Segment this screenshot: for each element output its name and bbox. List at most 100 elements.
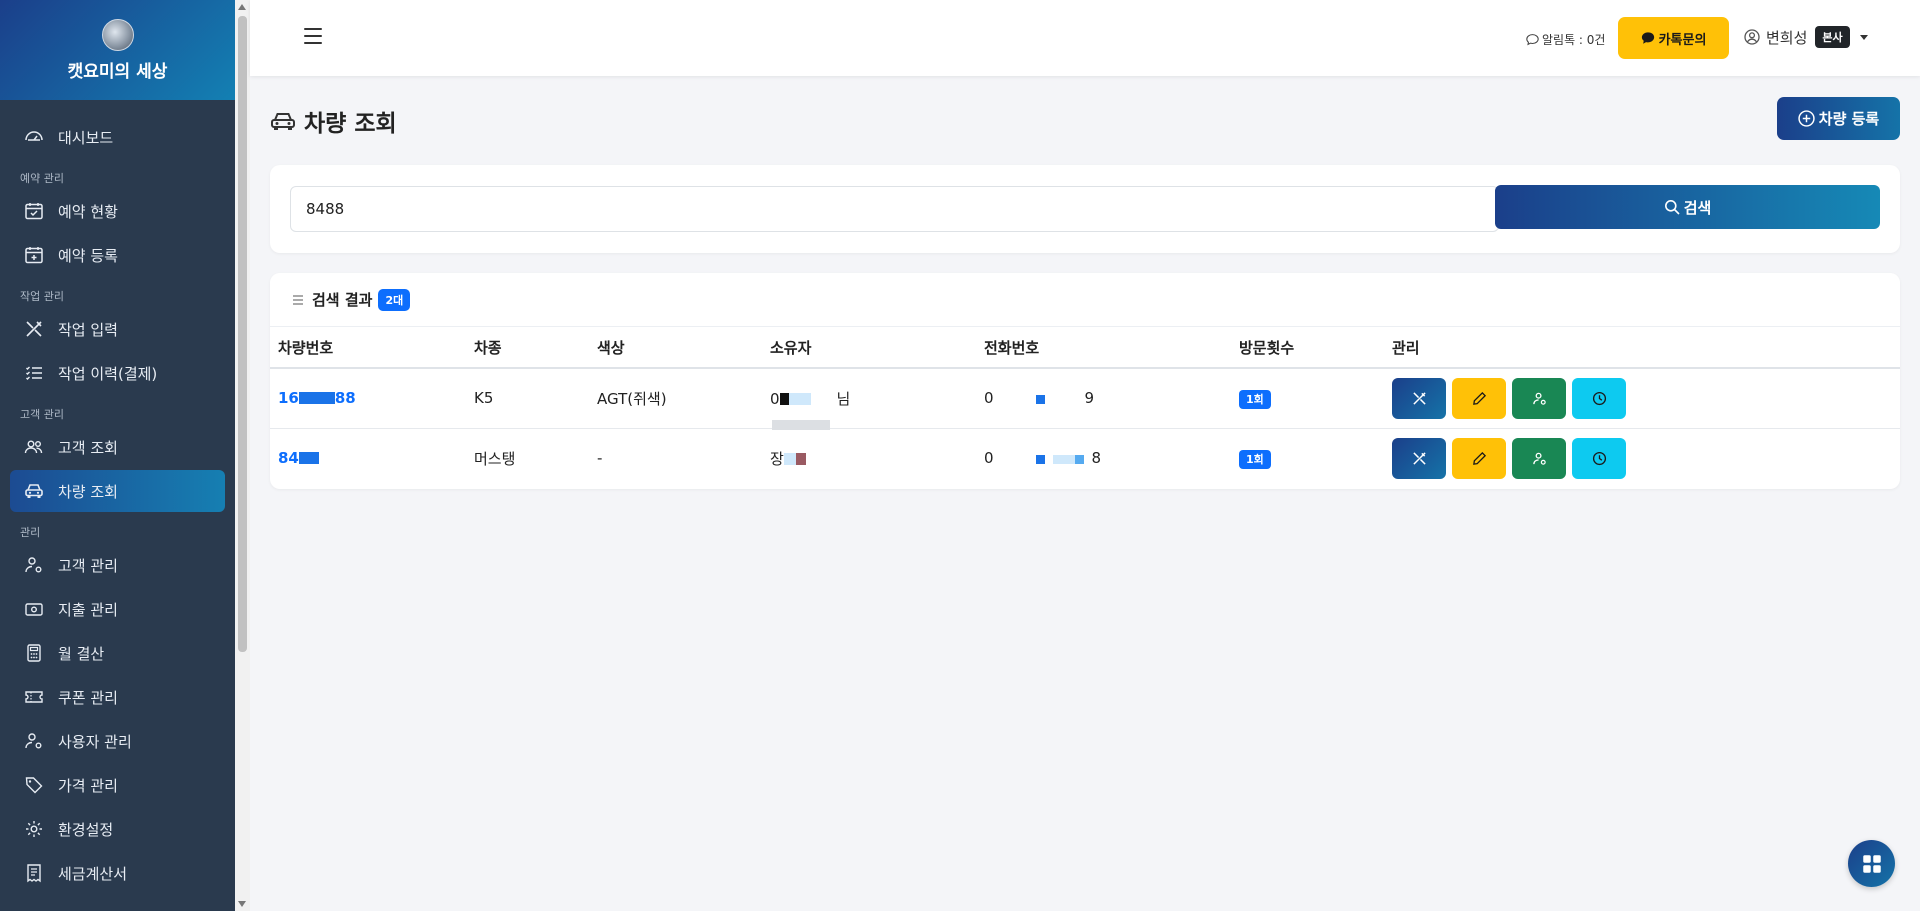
edit-button[interactable] (1452, 437, 1506, 479)
sidebar-item-2[interactable]: 예약 현황 (10, 190, 225, 232)
sidebar-item-label: 예약 등록 (58, 246, 118, 265)
grid-icon (1862, 854, 1881, 873)
calendar-plus-icon (25, 247, 43, 264)
search-icon (1664, 200, 1680, 215)
model-cell: K5 (466, 368, 589, 429)
table-row: 84 머스탱 - 장 08 1회 (270, 428, 1900, 488)
sidebar-item-15[interactable]: 사용자 관리 (10, 720, 225, 762)
sidebar-item-8[interactable]: 고객 조회 (10, 426, 225, 468)
actions-cell (1384, 428, 1900, 488)
sidebar-item-5[interactable]: 작업 입력 (10, 308, 225, 350)
customer-button[interactable] (1512, 437, 1566, 479)
phone-cell: 08 (976, 428, 1231, 488)
model-cell: 머스탱 (474, 449, 516, 468)
register-vehicle-button[interactable]: 차량 등록 (1777, 97, 1900, 140)
nav-section-label: 고객 관리 (20, 408, 64, 421)
plate-cell: 84 (270, 428, 466, 488)
sidebar-item-17[interactable]: 환경설정 (10, 808, 225, 850)
nav-section-label: 예약 관리 (20, 172, 64, 185)
list-check-icon (26, 366, 42, 380)
user-menu[interactable]: 변희성 본사 (1744, 26, 1868, 48)
menu-toggle-icon[interactable] (304, 28, 322, 44)
kakao-inquiry-button[interactable]: 카톡문의 (1618, 17, 1729, 59)
edit-button[interactable] (1452, 377, 1506, 419)
plate-prefix: 16 (278, 389, 299, 408)
alert-status: 알림톡 : 0건 (1526, 31, 1605, 48)
phone-prefix: 0 (984, 449, 994, 468)
nav-section-label: 관리 (20, 526, 41, 539)
scroll-up-arrow[interactable] (238, 4, 246, 10)
scroll-down-arrow[interactable] (238, 901, 246, 907)
sidebar-nav: 대시보드예약 관리예약 현황예약 등록작업 관리작업 입력작업 이력(결제) 고객… (0, 100, 235, 894)
sidebar-item-16[interactable]: 가격 관리 (10, 764, 225, 806)
sidebar-item-label: 차량 조회 (58, 482, 118, 501)
sidebar-item-18[interactable]: 세금계산서 (10, 852, 225, 894)
chevron-down-icon (1859, 34, 1868, 40)
sidebar-item-label: 지출 관리 (58, 600, 118, 619)
results-count-badge: 2대 (378, 288, 411, 311)
sidebar-item-label: 고객 조회 (58, 438, 118, 457)
search-card: 검색 (270, 165, 1900, 253)
person-gear-icon (1532, 392, 1546, 405)
pencil-icon (1472, 451, 1486, 465)
col-owner: 소유자 (762, 327, 976, 369)
tags-icon (25, 777, 43, 794)
sidebar-item-label: 월 결산 (58, 644, 105, 663)
person-circle-icon (1744, 29, 1760, 45)
clock-icon (1592, 391, 1606, 405)
sidebar-item-11[interactable]: 고객 관리 (10, 544, 225, 586)
user-name: 변희성 (1766, 28, 1808, 47)
plate-link[interactable]: 84 (278, 449, 319, 467)
brand[interactable]: 캣요미의 세상 (0, 0, 235, 100)
history-button[interactable] (1572, 437, 1626, 479)
sidebar-scrollbar[interactable] (235, 0, 250, 911)
sidebar-item-3[interactable]: 예약 등록 (10, 234, 225, 276)
plate-prefix: 84 (278, 449, 299, 468)
col-model: 차종 (466, 327, 589, 369)
scroll-thumb[interactable] (238, 16, 247, 652)
sidebar-item-14[interactable]: 쿠폰 관리 (10, 676, 225, 718)
sidebar-item-0[interactable]: 대시보드 (10, 116, 225, 158)
brand-avatar (101, 18, 134, 51)
search-input[interactable] (290, 186, 1499, 232)
dashboard-icon (25, 131, 43, 141)
cash-icon (25, 603, 43, 616)
brand-title: 캣요미의 세상 (67, 61, 168, 82)
work-input-button[interactable] (1392, 377, 1446, 419)
color-cell: AGT(쥐색) (589, 368, 762, 429)
col-phone: 전화번호 (976, 327, 1231, 369)
redacted-block (788, 392, 811, 405)
col-visits: 방문횟수 (1231, 327, 1384, 369)
tools-icon (1412, 392, 1426, 405)
sidebar-item-12[interactable]: 지출 관리 (10, 588, 225, 630)
ticket-icon (25, 691, 43, 703)
nav-section-label: 작업 관리 (20, 290, 64, 303)
sidebar-item-13[interactable]: 월 결산 (10, 632, 225, 674)
sidebar-item-label: 작업 입력 (58, 320, 118, 339)
visits-cell: 1회 (1231, 428, 1384, 488)
row-actions (1392, 377, 1900, 419)
calendar-check-icon (25, 203, 43, 220)
vehicle-table: 차량번호 차종 색상 소유자 전화번호 방문횟수 관리 16 88 K5 AGT(… (270, 327, 1900, 488)
sidebar-item-label: 대시보드 (58, 128, 114, 147)
apps-grid-button[interactable] (1848, 840, 1895, 887)
sidebar-item-label: 쿠폰 관리 (58, 688, 118, 707)
redacted-block (1052, 455, 1075, 465)
clock-icon (1592, 451, 1606, 465)
search-button[interactable]: 검색 (1495, 185, 1880, 229)
sidebar-item-label: 사용자 관리 (58, 732, 132, 751)
plus-circle-icon (1798, 110, 1815, 127)
history-button[interactable] (1572, 377, 1626, 419)
plate-suffix: 88 (334, 389, 356, 408)
work-input-button[interactable] (1392, 437, 1446, 479)
sidebar-item-9[interactable]: 차량 조회 (10, 470, 225, 512)
alert-text: 알림톡 : 0건 (1542, 33, 1606, 47)
redacted-block (1074, 455, 1084, 465)
sidebar-item-label: 고객 관리 (58, 556, 118, 575)
redacted-block (298, 452, 319, 465)
owner-suffix: 님 (836, 389, 851, 408)
customer-button[interactable] (1512, 377, 1566, 419)
page-title: 차량 조회 (270, 104, 397, 138)
sidebar-item-6[interactable]: 작업 이력(결제) (10, 352, 225, 394)
plate-link[interactable]: 16 88 (278, 389, 356, 407)
